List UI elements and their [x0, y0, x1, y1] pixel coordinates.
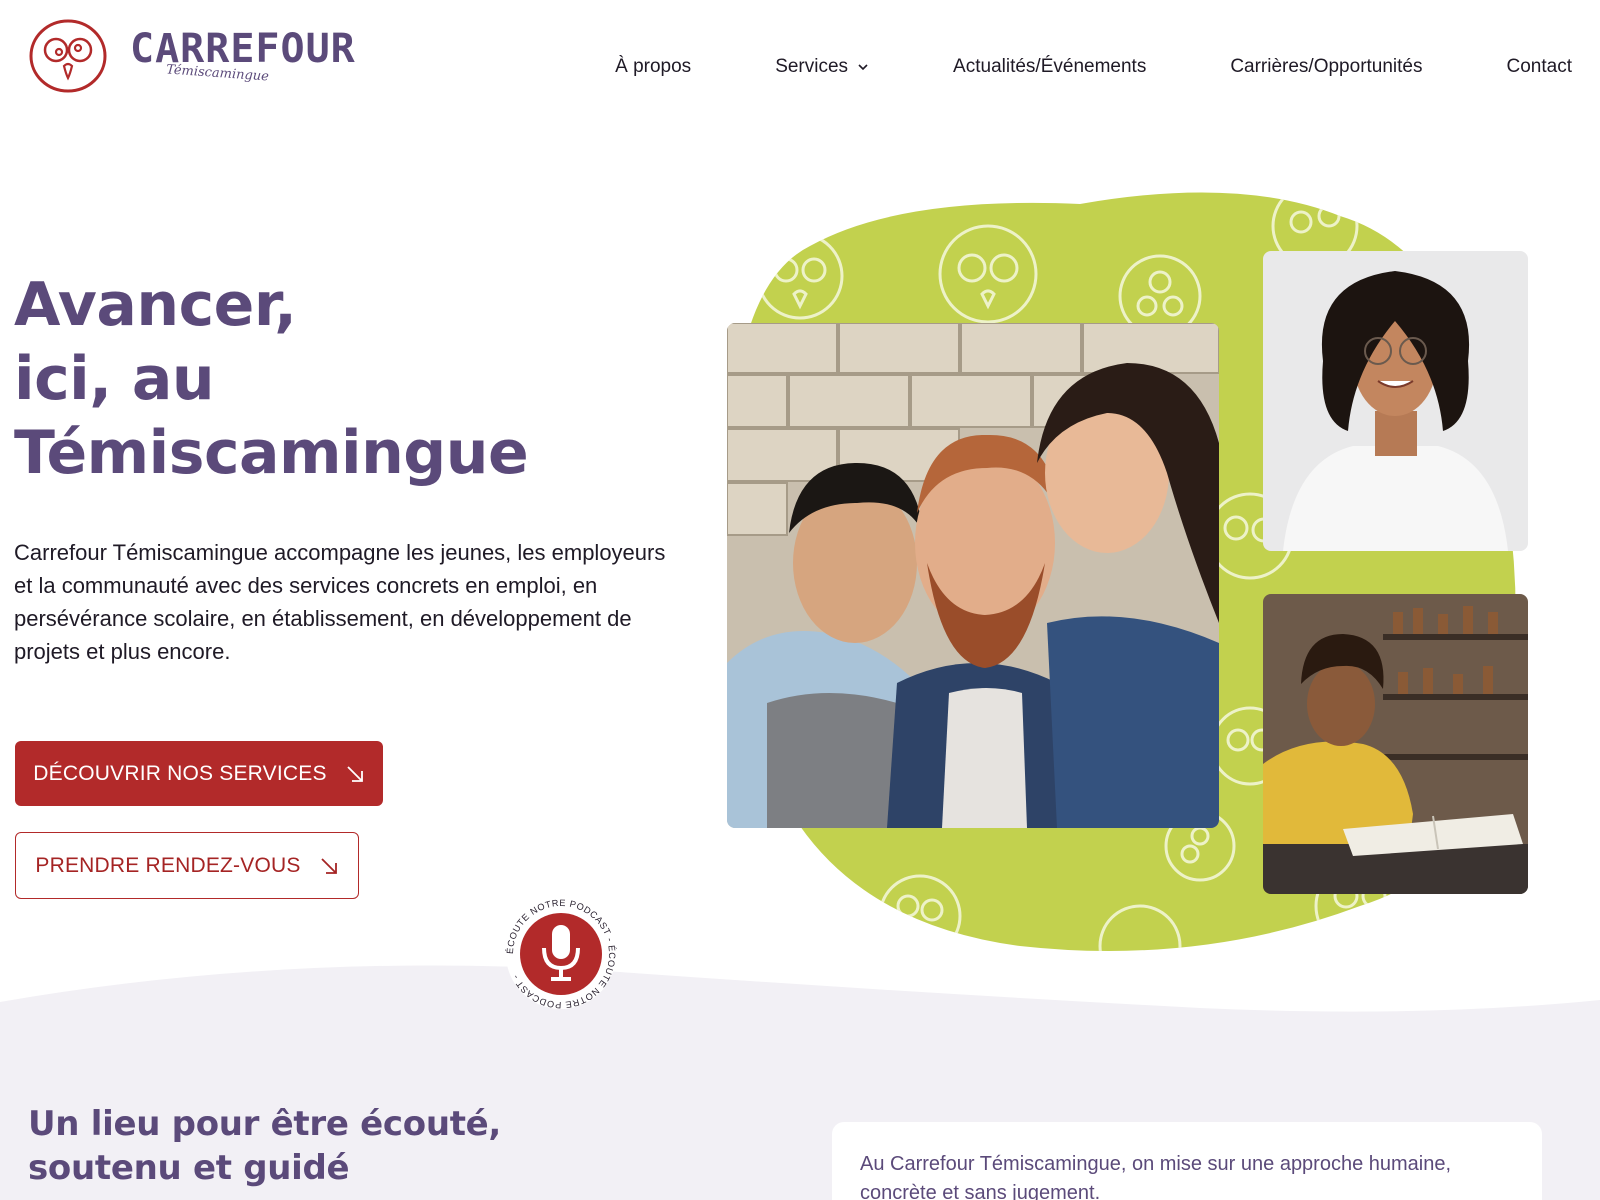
button-label: PRENDRE RENDEZ-VOUS — [35, 853, 301, 877]
friends-photo-illustration — [727, 323, 1219, 828]
nav-label: Services — [775, 56, 849, 77]
section-title-line: Un lieu pour être écouté, — [28, 1104, 502, 1144]
hero-description: Carrefour Témiscamingue accompagne les j… — [14, 540, 666, 664]
book-appointment-button[interactable]: PRENDRE RENDEZ-VOUS — [15, 832, 359, 899]
main-nav: À propos Services Actualités/Événements … — [615, 56, 1572, 78]
nav-item-carrieres[interactable]: Carrières/Opportunités — [1230, 56, 1422, 78]
hero-title-line: Témiscamingue — [14, 418, 529, 488]
nav-label: Actualités/Événements — [953, 56, 1147, 77]
nav-label: À propos — [615, 56, 692, 77]
owl-logo-icon — [29, 19, 107, 93]
nav-item-services[interactable]: Services — [775, 56, 869, 78]
hero-title-line: Avancer, — [14, 270, 297, 340]
nav-label: Contact — [1506, 56, 1572, 77]
approach-card: Au Carrefour Témiscamingue, on mise sur … — [832, 1122, 1542, 1200]
chevron-down-icon — [858, 64, 868, 71]
woman-photo-illustration — [1263, 251, 1528, 551]
photo-smiling-woman — [1263, 251, 1528, 551]
section-title: Un lieu pour être écouté, soutenu et gui… — [28, 1102, 501, 1190]
arrow-down-right-icon — [347, 765, 363, 782]
hero-title: Avancer, ici, au Témiscamingue — [14, 268, 529, 490]
podcast-badge-graphic: ÉCOUTE NOTRE PODCAST - ÉCOUTE NOTRE PODC… — [505, 898, 617, 1010]
student-photo-illustration — [1263, 594, 1528, 894]
nav-item-actualites[interactable]: Actualités/Événements — [953, 56, 1146, 78]
site-header: CARREFOUR Témiscamingue À propos Service… — [0, 0, 1600, 120]
podcast-badge[interactable]: ÉCOUTE NOTRE PODCAST - ÉCOUTE NOTRE PODC… — [505, 898, 617, 1010]
arrow-down-right-icon — [320, 857, 337, 874]
photo-group-of-friends — [727, 323, 1219, 828]
nav-item-a-propos[interactable]: À propos — [615, 56, 691, 78]
brand-name: CARREFOUR — [130, 25, 356, 72]
button-label: DÉCOUVRIR NOS SERVICES — [33, 761, 327, 785]
approach-text: Au Carrefour Témiscamingue, on mise sur … — [860, 1153, 1452, 1200]
hero-title-line: ici, au — [14, 344, 215, 414]
nav-item-contact[interactable]: Contact — [1507, 56, 1572, 78]
section-title-line: soutenu et guidé — [28, 1148, 350, 1188]
discover-services-button[interactable]: DÉCOUVRIR NOS SERVICES — [15, 741, 383, 806]
logo[interactable]: CARREFOUR Témiscamingue — [28, 18, 356, 94]
nav-label: Carrières/Opportunités — [1230, 56, 1423, 77]
photo-student-studying — [1263, 594, 1528, 894]
